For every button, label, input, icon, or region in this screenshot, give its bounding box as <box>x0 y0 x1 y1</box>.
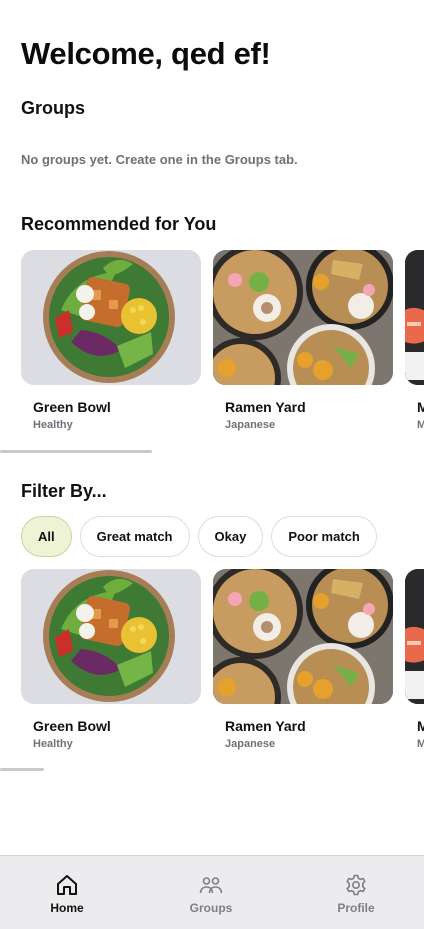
restaurant-image <box>405 250 424 385</box>
home-icon <box>57 875 77 895</box>
recommended-section-title: Recommended for You <box>21 214 217 234</box>
restaurant-name: Ramen Yard <box>225 718 306 734</box>
filter-chips: All Great match Okay Poor match <box>21 516 377 557</box>
filter-chip-okay[interactable]: Okay <box>197 516 264 557</box>
restaurant-cuisine: Japanese <box>225 419 276 431</box>
tab-profile-label: Profile <box>337 901 375 915</box>
restaurant-name: M <box>417 718 424 734</box>
groups-icon <box>199 877 223 894</box>
tab-home-label: Home <box>50 901 84 915</box>
restaurant-cuisine: Japanese <box>225 738 276 750</box>
restaurant-image <box>213 569 393 704</box>
restaurant-card[interactable]: Ramen Yard Japanese <box>213 569 393 759</box>
groups-empty-message: No groups yet. Create one in the Groups … <box>21 152 298 167</box>
restaurant-image <box>21 569 201 704</box>
recommended-carousel[interactable]: Green Bowl Healthy Ramen Yard Japanese M… <box>21 250 424 440</box>
home-screen: Welcome, qed ef! Groups No groups yet. C… <box>0 0 424 855</box>
welcome-heading: Welcome, qed ef! <box>21 36 271 71</box>
restaurant-image <box>213 250 393 385</box>
filter-chip-all[interactable]: All <box>21 516 72 557</box>
tab-groups[interactable]: Groups <box>151 856 271 929</box>
restaurant-card[interactable]: Ramen Yard Japanese <box>213 250 393 440</box>
restaurant-card[interactable]: M M <box>405 569 424 759</box>
filter-chip-great-match[interactable]: Great match <box>79 516 190 557</box>
restaurant-name: M <box>417 399 424 415</box>
bottom-tab-bar: Home Groups Profile <box>0 855 424 929</box>
restaurant-cuisine: M <box>417 738 424 750</box>
tab-profile[interactable]: Profile <box>296 856 416 929</box>
filter-chip-poor-match[interactable]: Poor match <box>271 516 377 557</box>
restaurant-cuisine: Healthy <box>33 419 73 431</box>
restaurant-card[interactable]: M M <box>405 250 424 440</box>
restaurant-image <box>405 569 424 704</box>
restaurant-card[interactable]: Green Bowl Healthy <box>21 569 201 759</box>
groups-section-title: Groups <box>21 98 86 118</box>
filtered-scrollbar[interactable] <box>0 768 44 771</box>
recommended-scrollbar[interactable] <box>0 450 152 453</box>
restaurant-cuisine: M <box>417 419 424 431</box>
gear-icon <box>346 874 366 896</box>
filtered-carousel[interactable]: Green Bowl Healthy Ramen Yard Japanese M… <box>21 569 424 759</box>
restaurant-name: Green Bowl <box>33 399 111 415</box>
restaurant-card[interactable]: Green Bowl Healthy <box>21 250 201 440</box>
restaurant-cuisine: Healthy <box>33 738 73 750</box>
restaurant-name: Green Bowl <box>33 718 111 734</box>
tab-groups-label: Groups <box>189 901 233 915</box>
restaurant-name: Ramen Yard <box>225 399 306 415</box>
restaurant-image <box>21 250 201 385</box>
tab-home[interactable]: Home <box>7 856 127 929</box>
filter-section-title: Filter By... <box>21 481 107 501</box>
